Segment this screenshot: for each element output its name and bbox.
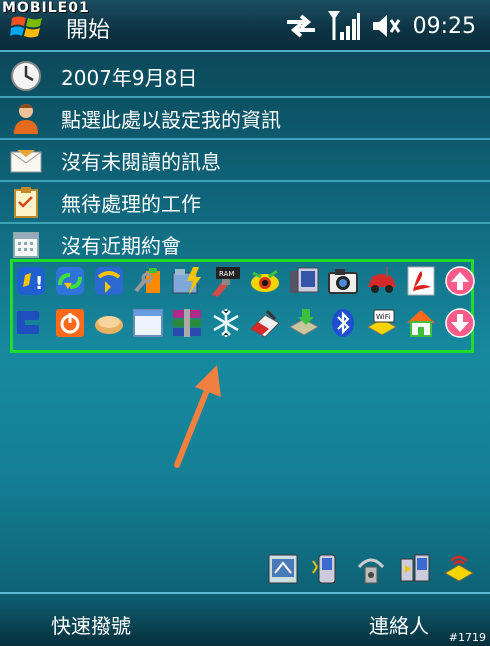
today-tasks-row[interactable]: 無待處理的工作 — [0, 182, 490, 224]
scroll-up-icon[interactable] — [443, 264, 477, 298]
alert-icon[interactable]: ! — [14, 264, 48, 298]
archive-icon[interactable] — [170, 306, 204, 340]
today-owner-row[interactable]: 點選此處以設定我的資訊 — [0, 98, 490, 140]
e-logo-icon[interactable] — [14, 306, 48, 340]
clock-time[interactable]: 09:25 — [413, 14, 476, 39]
date-label: 2007年9月8日 — [61, 65, 198, 90]
tasks-icon — [8, 186, 44, 218]
power-button-icon[interactable] — [53, 306, 87, 340]
eraser-icon[interactable] — [248, 306, 282, 340]
today-date-row[interactable]: 2007年9月8日 — [0, 56, 490, 98]
eye-icon[interactable] — [248, 264, 282, 298]
messages-label: 沒有未閱讀的訊息 — [61, 149, 221, 174]
signal-icon[interactable] — [327, 10, 361, 42]
phone-reply-icon[interactable] — [92, 264, 126, 298]
camera-icon[interactable] — [326, 264, 360, 298]
annotation-arrow — [174, 365, 221, 468]
bluetooth-icon[interactable] — [326, 306, 360, 340]
power-folder-icon[interactable] — [170, 264, 204, 298]
page-title[interactable]: 開始 — [66, 12, 110, 44]
acrobat-icon[interactable] — [404, 264, 438, 298]
status-bar: 09:25 — [285, 10, 490, 42]
message-icon — [8, 144, 44, 176]
calendar-label: 沒有近期約會 — [61, 233, 181, 258]
car-icon[interactable] — [365, 264, 399, 298]
tray-app-1-icon[interactable] — [266, 552, 300, 586]
tray-app-3-icon[interactable] — [354, 552, 388, 586]
title-bar: MOBILE01 開始 09:25 — [0, 0, 490, 52]
install-icon[interactable] — [287, 306, 321, 340]
scroll-down-icon[interactable] — [443, 306, 477, 340]
contacts-softkey[interactable]: 連絡人 — [369, 610, 429, 639]
wifi-icon[interactable]: WiFi — [365, 306, 399, 340]
svg-text:!: ! — [35, 273, 43, 294]
display-icon[interactable] — [287, 264, 321, 298]
today-calendar-row[interactable]: 沒有近期約會 — [0, 224, 490, 264]
speed-dial-softkey[interactable]: 快速撥號 — [51, 610, 131, 639]
serial-number: #1719 — [448, 631, 486, 644]
tray-app-5-icon[interactable] — [442, 552, 476, 586]
bread-icon[interactable] — [92, 306, 126, 340]
phone-sync-icon[interactable] — [53, 264, 87, 298]
ram-icon[interactable]: RAM — [209, 264, 243, 298]
owner-info-icon — [8, 102, 44, 134]
owner-label: 點選此處以設定我的資訊 — [61, 107, 281, 132]
calendar-icon — [8, 228, 44, 260]
snowflake-icon[interactable] — [209, 306, 243, 340]
svg-text:WiFi: WiFi — [376, 313, 390, 321]
tray-app-4-icon[interactable] — [398, 552, 432, 586]
tray-app-2-icon[interactable] — [310, 552, 344, 586]
home-icon[interactable] — [404, 306, 438, 340]
clock-icon — [8, 60, 44, 92]
sync-arrows-icon[interactable] — [285, 14, 317, 38]
tasks-label: 無待處理的工作 — [61, 191, 201, 216]
start-menu-icon[interactable] — [8, 12, 48, 42]
svg-text:RAM: RAM — [219, 270, 234, 278]
volume-icon[interactable] — [371, 12, 401, 40]
tools-icon[interactable] — [131, 264, 165, 298]
system-tray — [266, 552, 476, 586]
today-messages-row[interactable]: 沒有未閱讀的訊息 — [0, 140, 490, 182]
launcher-grid: ! RAM WiFi — [14, 264, 482, 348]
soft-key-bar: 快速撥號 連絡人 #1719 — [0, 592, 490, 646]
window-icon[interactable] — [131, 306, 165, 340]
